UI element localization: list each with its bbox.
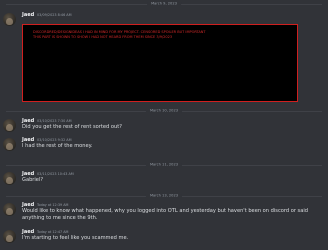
- date-divider: March 10, 2023: [6, 108, 322, 114]
- message-text: Would like to know what happened, why yo…: [22, 208, 308, 221]
- date-divider-label: March 13, 2023: [145, 193, 183, 199]
- date-divider: March 11, 2023: [6, 162, 322, 168]
- avatar[interactable]: [3, 230, 16, 243]
- date-divider-label: March 11, 2023: [145, 162, 183, 168]
- redacted-image[interactable]: DISCORDRED/DESIGNIDEAS I HAD IN MIND FOR…: [22, 24, 298, 102]
- avatar[interactable]: [3, 203, 16, 216]
- message-text: Did you get the rest of rent sorted out?: [22, 124, 122, 130]
- redacted-note: DISCORDRED/DESIGNIDEAS I HAD IN MIND FOR…: [33, 30, 206, 39]
- date-divider-label: March 9, 2023: [147, 1, 181, 7]
- message-timestamp: 03/09/2023 8:46 AM: [37, 13, 72, 17]
- avatar[interactable]: [3, 119, 16, 132]
- avatar[interactable]: [3, 13, 16, 26]
- avatar[interactable]: [3, 172, 16, 185]
- date-divider: March 13, 2023: [6, 193, 322, 199]
- message-text: I had the rest of the money.: [22, 143, 93, 149]
- author-name[interactable]: Jaed: [22, 12, 34, 18]
- message-text: I'm starting to feel like you scammed me…: [22, 235, 129, 241]
- message-text: Gabriel?: [22, 177, 44, 183]
- avatar[interactable]: [3, 138, 16, 151]
- date-divider-label: March 10, 2023: [145, 108, 183, 114]
- date-divider: March 9, 2023: [6, 1, 322, 7]
